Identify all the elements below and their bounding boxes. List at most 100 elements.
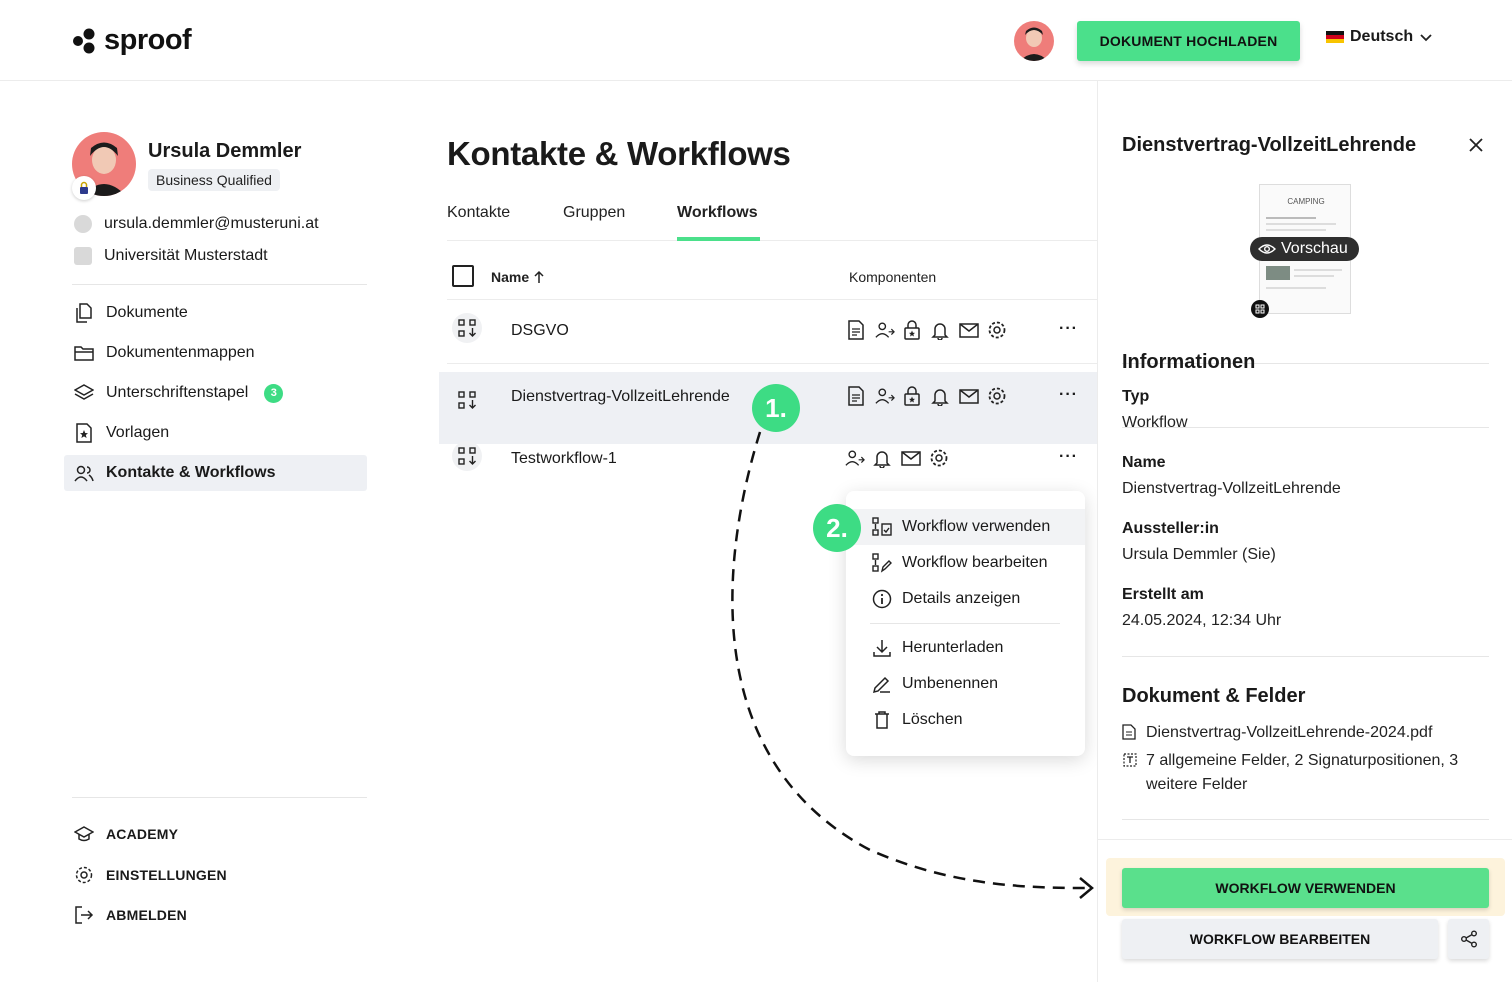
share-button[interactable] (1448, 919, 1489, 959)
workflow-edit-icon (872, 553, 892, 573)
workflow-icon (452, 441, 482, 471)
tab-workflows[interactable]: Workflows (677, 204, 758, 222)
menu-item-edit-workflow[interactable]: Workflow bearbeiten (846, 545, 1085, 581)
component-icons (847, 320, 1007, 340)
sidebar: Ursula Demmler Business Qualified ursula… (64, 81, 374, 982)
upload-document-button[interactable]: DOKUMENT HOCHLADEN (1077, 21, 1300, 61)
signers-icon (845, 448, 865, 468)
mail-icon (959, 320, 979, 340)
document-file-name: Dienstvertrag-VollzeitLehrende-2024.pdf (1146, 724, 1433, 741)
preview-button[interactable]: Vorschau (1250, 237, 1359, 261)
document-fields-row: 7 allgemeine Felder, 2 Signaturpositione… (1122, 749, 1492, 797)
german-flag-icon (1326, 30, 1344, 44)
eye-icon (1258, 244, 1276, 254)
gear-icon (929, 448, 949, 468)
sidebar-item-templates[interactable]: Vorlagen (64, 415, 367, 451)
lock-icon (903, 320, 923, 340)
row-context-menu: Workflow verwenden Workflow bearbeiten D… (846, 491, 1085, 756)
preview-doc-heading: CAMPING (1287, 197, 1325, 206)
graduation-cap-icon (74, 826, 94, 842)
lock-icon (903, 386, 923, 406)
tab-groups[interactable]: Gruppen (563, 204, 625, 222)
signers-icon (875, 320, 895, 340)
menu-item-download[interactable]: Herunterladen (846, 630, 1085, 666)
file-icon (1122, 724, 1136, 740)
name-column-label: Name (491, 269, 530, 285)
panel-divider (1122, 656, 1489, 657)
sidebar-item-contacts-workflows[interactable]: Kontakte & Workflows (64, 455, 367, 491)
component-icons (845, 448, 949, 468)
menu-item-label: Details anzeigen (902, 590, 1021, 607)
workflow-name: DSGVO (511, 322, 569, 339)
close-panel-button[interactable] (1466, 135, 1486, 155)
academy-label: ACADEMY (106, 826, 179, 842)
stack-count-badge: 3 (264, 383, 284, 403)
panel-title: Dienstvertrag-VollzeitLehrende (1122, 134, 1417, 156)
tabs-divider (447, 240, 1097, 241)
lock-badge-icon (72, 176, 96, 200)
created-label: Erstellt am (1122, 586, 1204, 603)
menu-item-delete[interactable]: Löschen (846, 702, 1085, 738)
contacts-icon (74, 463, 94, 483)
workflow-use-icon (872, 517, 892, 536)
workflow-name: Testworkflow-1 (511, 450, 617, 467)
workflow-chip-icon (1251, 300, 1269, 318)
name-column-header[interactable]: Name (491, 269, 545, 285)
menu-item-label: Löschen (902, 711, 963, 728)
organization-row: Universität Musterstadt (74, 247, 268, 265)
share-icon (1460, 930, 1477, 948)
select-all-checkbox[interactable] (452, 265, 474, 287)
logout-icon (75, 906, 94, 924)
menu-item-label: Workflow verwenden (902, 518, 1051, 535)
language-label: Deutsch (1350, 28, 1414, 45)
menu-item-use-workflow[interactable]: Workflow verwenden (846, 509, 1085, 545)
sort-ascending-icon (534, 270, 544, 283)
gear-icon (987, 320, 1007, 340)
workflow-name: Dienstvertrag-VollzeitLehrende (511, 388, 730, 405)
menu-item-show-details[interactable]: Details anzeigen (846, 581, 1085, 617)
logo-text: sproof (104, 24, 192, 56)
row-more-button[interactable]: ··· (1059, 320, 1078, 338)
type-label: Typ (1122, 388, 1150, 405)
edit-workflow-button[interactable]: WORKFLOW BEARBEITEN (1122, 919, 1438, 959)
issuer-label: Aussteller:in (1122, 520, 1219, 537)
document-icon (847, 320, 867, 340)
academy-link[interactable]: ACADEMY (74, 825, 178, 843)
user-avatar[interactable] (1014, 21, 1054, 61)
sproof-logo[interactable]: sproof (72, 24, 192, 57)
sidebar-item-documents[interactable]: Dokumente (64, 295, 367, 331)
menu-item-rename[interactable]: Umbenennen (846, 666, 1085, 702)
language-selector[interactable]: Deutsch (1326, 28, 1433, 46)
row-more-button[interactable]: ··· (1059, 386, 1078, 404)
components-column-header: Komponenten (849, 269, 937, 285)
mail-icon (901, 448, 921, 468)
chevron-down-icon (1420, 34, 1432, 42)
gear-icon (987, 386, 1007, 406)
workflow-icon (452, 313, 482, 343)
created-value: 24.05.2024, 12:34 Uhr (1122, 612, 1282, 629)
row-more-button[interactable]: ··· (1059, 448, 1078, 466)
gear-icon (75, 866, 93, 884)
logout-link[interactable]: ABMELDEN (74, 905, 187, 925)
settings-link[interactable]: EINSTELLUNGEN (74, 865, 227, 885)
info-section-title: Informationen (1122, 351, 1256, 373)
panel-divider (1122, 819, 1489, 820)
document-fields-summary: 7 allgemeine Felder, 2 Signaturpositione… (1146, 752, 1459, 793)
workflow-icon (452, 385, 482, 415)
document-file-row[interactable]: Dienstvertrag-VollzeitLehrende-2024.pdf (1122, 721, 1492, 748)
document-section-title: Dokument & Felder (1122, 685, 1306, 707)
sidebar-item-signature-stack[interactable]: Unterschriftenstapel 3 (64, 375, 367, 411)
use-workflow-button[interactable]: WORKFLOW VERWENDEN (1122, 868, 1489, 908)
page-title: Kontakte & Workflows (447, 135, 791, 172)
documents-icon (74, 303, 94, 323)
menu-item-label: Workflow bearbeiten (902, 554, 1048, 571)
profile-name: Ursula Demmler (148, 140, 302, 162)
name-value: Dienstvertrag-VollzeitLehrende (1122, 480, 1341, 497)
table-row[interactable]: Testworkflow-1 ··· (439, 428, 1097, 492)
trash-icon (875, 711, 889, 729)
sidebar-item-folders[interactable]: Dokumentenmappen (64, 335, 367, 371)
table-row[interactable]: DSGVO ··· (439, 300, 1097, 364)
arrow-head-icon (1079, 877, 1094, 899)
tab-contacts[interactable]: Kontakte (447, 204, 510, 222)
bell-icon (931, 320, 951, 340)
